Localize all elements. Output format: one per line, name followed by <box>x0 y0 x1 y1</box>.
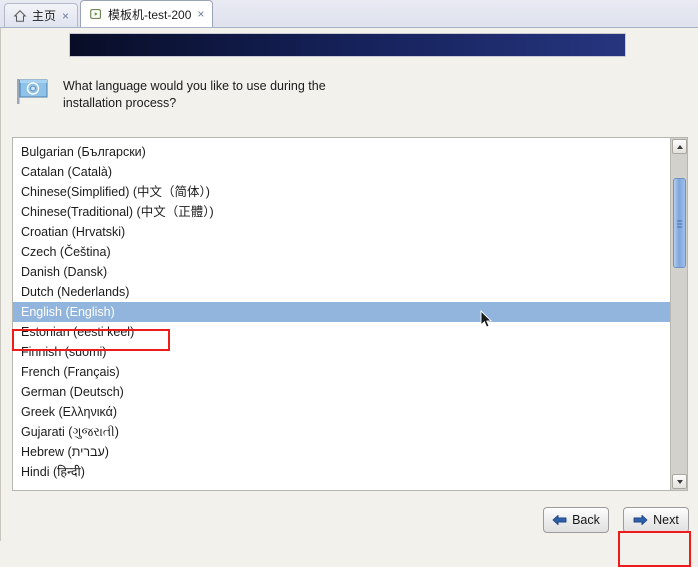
un-flag-icon <box>17 79 48 104</box>
language-list-item[interactable]: Catalan (Català) <box>13 162 671 182</box>
language-list-item[interactable]: French (Français) <box>13 362 671 382</box>
installer-banner <box>69 33 626 57</box>
language-list-item[interactable]: Gujarati (ગુજરાતી) <box>13 422 671 442</box>
vm-console-icon <box>90 9 101 19</box>
language-list-item[interactable]: Bulgarian (Български) <box>13 142 671 162</box>
next-button[interactable]: Next <box>623 507 689 533</box>
language-list[interactable]: Bulgarian (Български) Catalan (Català) Chi… <box>13 138 671 490</box>
language-list-item[interactable]: Dutch (Nederlands) <box>13 282 671 302</box>
tab-vm-console[interactable]: 模板机-test-200 × <box>80 0 214 27</box>
tab-bar: 主页 × 模板机-test-200 × <box>0 0 698 28</box>
tab-home-label: 主页 <box>32 9 57 23</box>
language-list-item[interactable]: Chinese(Traditional) (中文（正體）) <box>13 202 671 222</box>
scroll-down-button[interactable] <box>672 474 687 489</box>
prompt-text: What language would you like to use duri… <box>63 79 326 110</box>
scroll-up-icon <box>676 144 683 149</box>
home-icon <box>13 9 27 22</box>
tab-home-close-icon[interactable]: × <box>61 10 70 22</box>
annotation-box-next-button <box>618 531 691 567</box>
scrollbar-grip-icon <box>677 220 682 228</box>
arrow-left-icon <box>552 514 567 526</box>
tab-vm-console-label: 模板机-test-200 <box>108 7 192 22</box>
language-list-item[interactable]: Chinese(Simplified) (中文（简体）) <box>13 182 671 202</box>
language-list-item[interactable]: Hindi (हिन्दी) <box>13 462 671 482</box>
scrollbar-thumb[interactable] <box>673 178 686 268</box>
tab-home[interactable]: 主页 × <box>4 3 79 27</box>
back-button-label: Back <box>572 513 600 527</box>
language-list-item[interactable]: German (Deutsch) <box>13 382 671 402</box>
prompt-area: What language would you like to use duri… <box>15 76 655 112</box>
vm-console-window: 主页 × 模板机-test-200 × What language would … <box>0 0 698 567</box>
arrow-right-icon <box>633 514 648 526</box>
next-button-label: Next <box>653 513 679 527</box>
language-list-item[interactable]: Czech (Čeština) <box>13 242 671 262</box>
installer-page: What language would you like to use duri… <box>0 28 698 567</box>
language-list-item[interactable]: Croatian (Hrvatski) <box>13 222 671 242</box>
language-list-item[interactable]: English (English) <box>13 302 671 322</box>
language-list-item[interactable]: Greek (Ελληνικά) <box>13 402 671 422</box>
language-list-item[interactable]: Danish (Dansk) <box>13 262 671 282</box>
tab-vm-console-close-icon[interactable]: × <box>196 8 205 20</box>
language-list-item[interactable]: Estonian (eesti keel) <box>13 322 671 342</box>
language-list-item[interactable]: Finnish (suomi) <box>13 342 671 362</box>
scroll-up-button[interactable] <box>672 139 687 154</box>
wizard-buttons: Back Next <box>543 507 689 533</box>
language-listbox[interactable]: Bulgarian (Български) Catalan (Català) Chi… <box>12 137 688 491</box>
back-button[interactable]: Back <box>543 507 609 533</box>
language-list-item[interactable]: Hebrew (עברית) <box>13 442 671 462</box>
scroll-down-icon <box>676 479 683 484</box>
language-list-scrollbar[interactable] <box>670 138 687 490</box>
